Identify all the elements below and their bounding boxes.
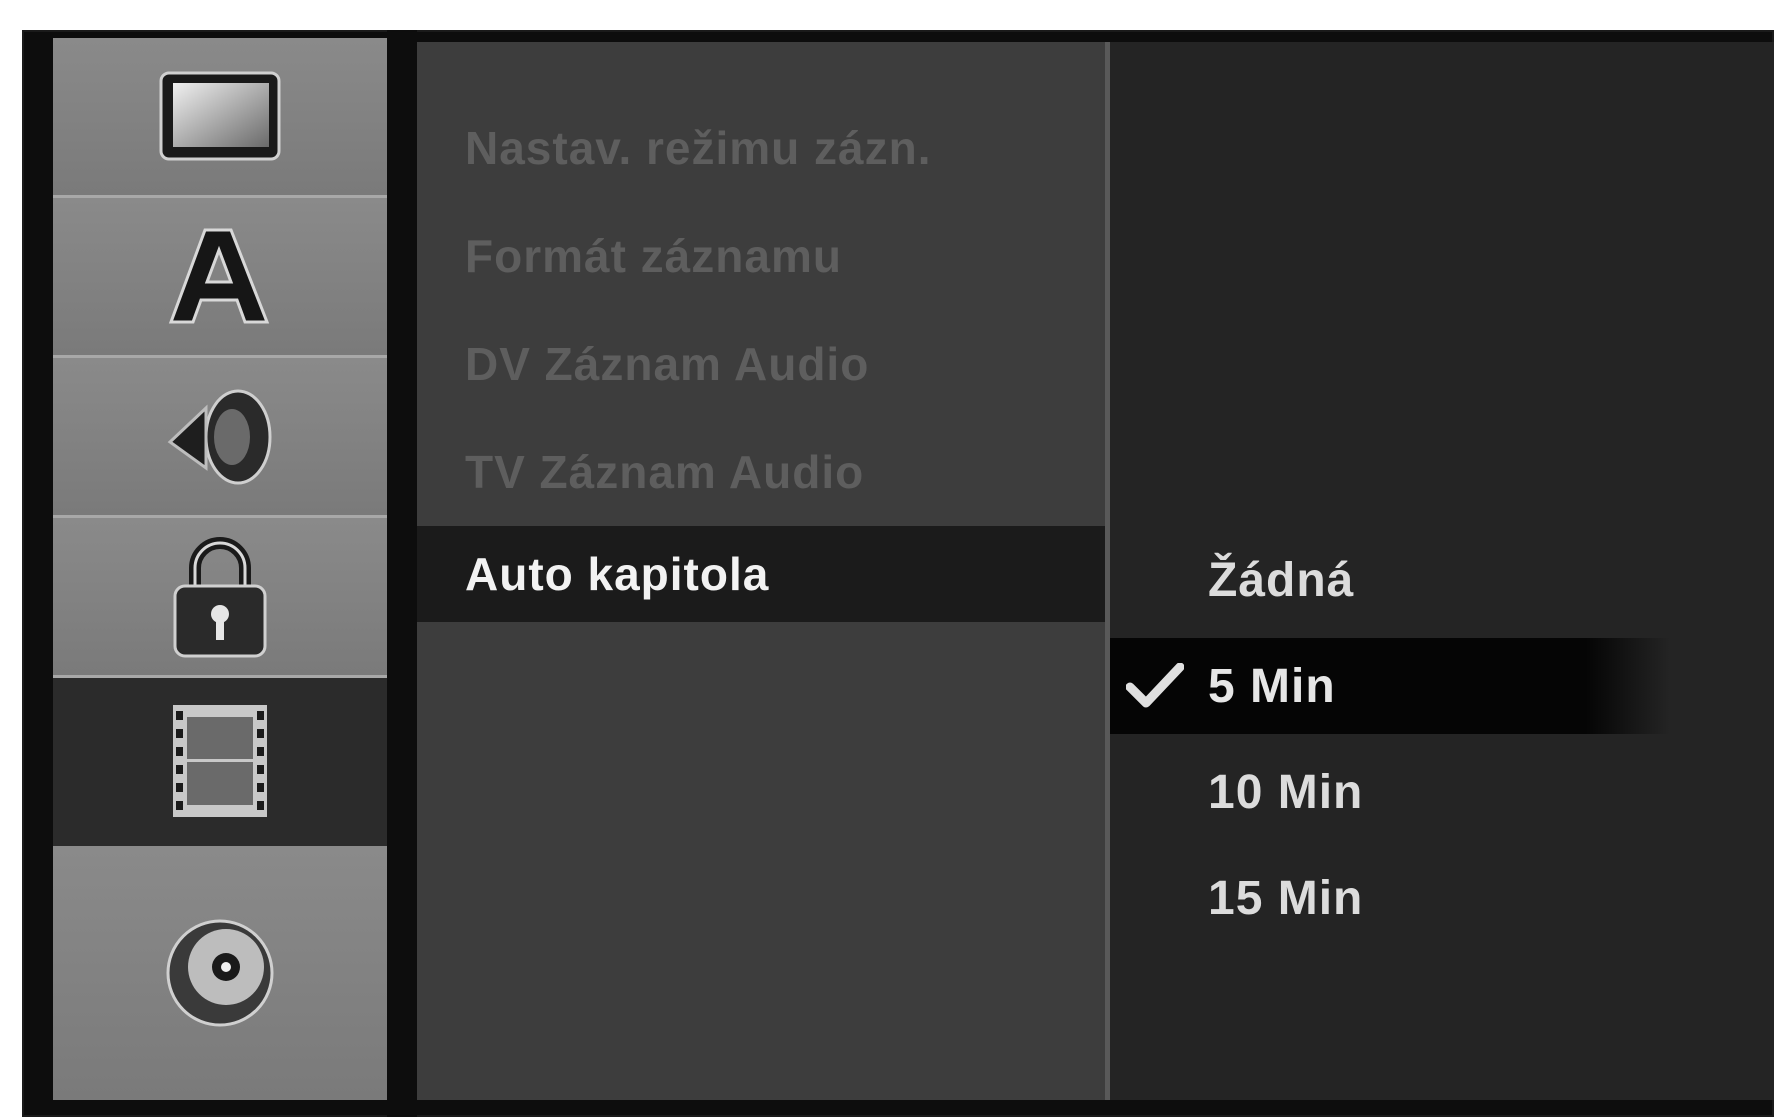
sidebar-item-recording[interactable] <box>53 678 387 846</box>
option-10-min[interactable]: 10 Min <box>1110 744 1670 840</box>
option-label: 15 Min <box>1208 871 1364 925</box>
sidebar-divider <box>387 30 417 1117</box>
menu-item-label: Formát záznamu <box>465 230 842 282</box>
osd-screen: Nastav. režimu zázn. Formát záznamu DV Z… <box>22 30 1774 1117</box>
sidebar-item-lock[interactable] <box>53 518 387 678</box>
menu-item-auto-chapter[interactable]: Auto kapitola <box>417 526 1137 622</box>
disc-icon <box>160 913 280 1033</box>
option-15-min[interactable]: 15 Min <box>1110 850 1670 946</box>
option-label: 10 Min <box>1208 765 1364 819</box>
menu-item-label: DV Záznam Audio <box>465 338 870 390</box>
display-icon <box>155 67 285 167</box>
menu-item-record-format[interactable]: Formát záznamu <box>417 202 1105 310</box>
menu-item-label: TV Záznam Audio <box>465 446 865 498</box>
menu-item-label: Auto kapitola <box>465 548 770 600</box>
auto-chapter-options: Žádná 5 Min 10 Min 15 Min <box>1110 42 1774 1100</box>
option-none[interactable]: Žádná <box>1110 532 1670 628</box>
option-label: Žádná <box>1208 553 1355 607</box>
sidebar-item-language[interactable] <box>53 198 387 358</box>
recording-settings-menu: Nastav. režimu zázn. Formát záznamu DV Z… <box>417 42 1137 1100</box>
menu-item-record-mode[interactable]: Nastav. režimu zázn. <box>417 94 1105 202</box>
checkmark-icon <box>1110 663 1204 709</box>
option-label: 5 Min <box>1208 659 1336 713</box>
sidebar-item-display[interactable] <box>53 38 387 198</box>
menu-item-label: Nastav. režimu zázn. <box>465 122 932 174</box>
film-icon <box>165 701 275 821</box>
menu-item-dv-record-audio[interactable]: DV Záznam Audio <box>417 310 1105 418</box>
speaker-icon <box>160 382 280 492</box>
language-icon <box>165 222 275 332</box>
sidebar-item-disc[interactable] <box>53 846 387 1100</box>
option-5-min[interactable]: 5 Min <box>1110 638 1670 734</box>
setup-category-sidebar <box>53 38 387 1100</box>
lock-icon <box>165 532 275 662</box>
sidebar-item-audio[interactable] <box>53 358 387 518</box>
menu-item-tv-record-audio[interactable]: TV Záznam Audio <box>417 418 1105 526</box>
